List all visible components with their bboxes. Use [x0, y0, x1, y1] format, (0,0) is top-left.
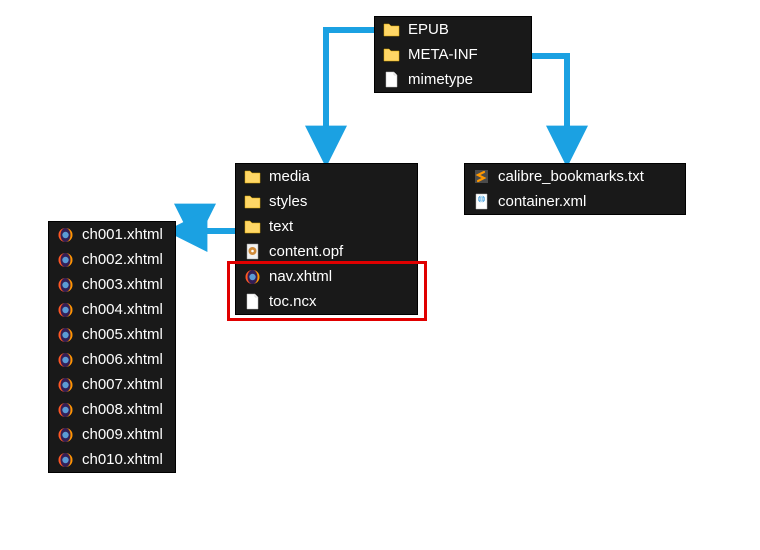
folder-icon [383, 46, 400, 63]
sublime-icon [473, 168, 490, 185]
file-item[interactable]: ch001.xhtml [49, 222, 175, 247]
file-item[interactable]: ch008.xhtml [49, 397, 175, 422]
item-label: ch003.xhtml [82, 276, 163, 293]
item-label: ch007.xhtml [82, 376, 163, 393]
root-panel: EPUB META-INF mimetype [374, 16, 532, 93]
item-label: ch001.xhtml [82, 226, 163, 243]
firefox-icon [57, 226, 74, 243]
item-label: text [269, 218, 293, 235]
file-item[interactable]: ch010.xhtml [49, 447, 175, 472]
file-item[interactable]: calibre_bookmarks.txt [465, 164, 685, 189]
item-label: ch004.xhtml [82, 301, 163, 318]
folder-icon [244, 218, 261, 235]
firefox-icon [57, 401, 74, 418]
metainf-panel: calibre_bookmarks.txt container.xml [464, 163, 686, 215]
folder-icon [244, 193, 261, 210]
item-label: ch009.xhtml [82, 426, 163, 443]
folder-item[interactable]: media [236, 164, 417, 189]
firefox-icon [57, 376, 74, 393]
item-label: calibre_bookmarks.txt [498, 168, 644, 185]
firefox-icon [57, 326, 74, 343]
firefox-icon [57, 426, 74, 443]
item-label: media [269, 168, 310, 185]
firefox-icon [57, 301, 74, 318]
item-label: ch005.xhtml [82, 326, 163, 343]
firefox-icon [57, 351, 74, 368]
item-label: container.xml [498, 193, 586, 210]
file-item[interactable]: ch009.xhtml [49, 422, 175, 447]
opf-icon [244, 243, 261, 260]
item-label: ch006.xhtml [82, 351, 163, 368]
item-label: styles [269, 193, 307, 210]
folder-icon [244, 168, 261, 185]
item-label: ch008.xhtml [82, 401, 163, 418]
xml-icon [473, 193, 490, 210]
firefox-icon [57, 276, 74, 293]
text-panel: ch001.xhtml ch002.xhtml ch003.xhtml ch00… [48, 221, 176, 473]
file-item[interactable]: ch006.xhtml [49, 347, 175, 372]
item-label: META-INF [408, 46, 478, 63]
file-item[interactable]: ch007.xhtml [49, 372, 175, 397]
item-label: mimetype [408, 71, 473, 88]
item-label: content.opf [269, 243, 343, 260]
item-label: ch002.xhtml [82, 251, 163, 268]
firefox-icon [57, 451, 74, 468]
folder-item[interactable]: styles [236, 189, 417, 214]
file-item[interactable]: ch005.xhtml [49, 322, 175, 347]
file-item[interactable]: ch003.xhtml [49, 272, 175, 297]
item-label: EPUB [408, 21, 449, 38]
folder-item[interactable]: EPUB [375, 17, 531, 42]
item-label: ch010.xhtml [82, 451, 163, 468]
file-item[interactable]: ch004.xhtml [49, 297, 175, 322]
file-item[interactable]: ch002.xhtml [49, 247, 175, 272]
highlight-nav-toc [227, 261, 427, 321]
folder-icon [383, 21, 400, 38]
firefox-icon [57, 251, 74, 268]
file-icon [383, 71, 400, 88]
file-item[interactable]: container.xml [465, 189, 685, 214]
file-item[interactable]: mimetype [375, 67, 531, 92]
folder-item[interactable]: META-INF [375, 42, 531, 67]
folder-item[interactable]: text [236, 214, 417, 239]
